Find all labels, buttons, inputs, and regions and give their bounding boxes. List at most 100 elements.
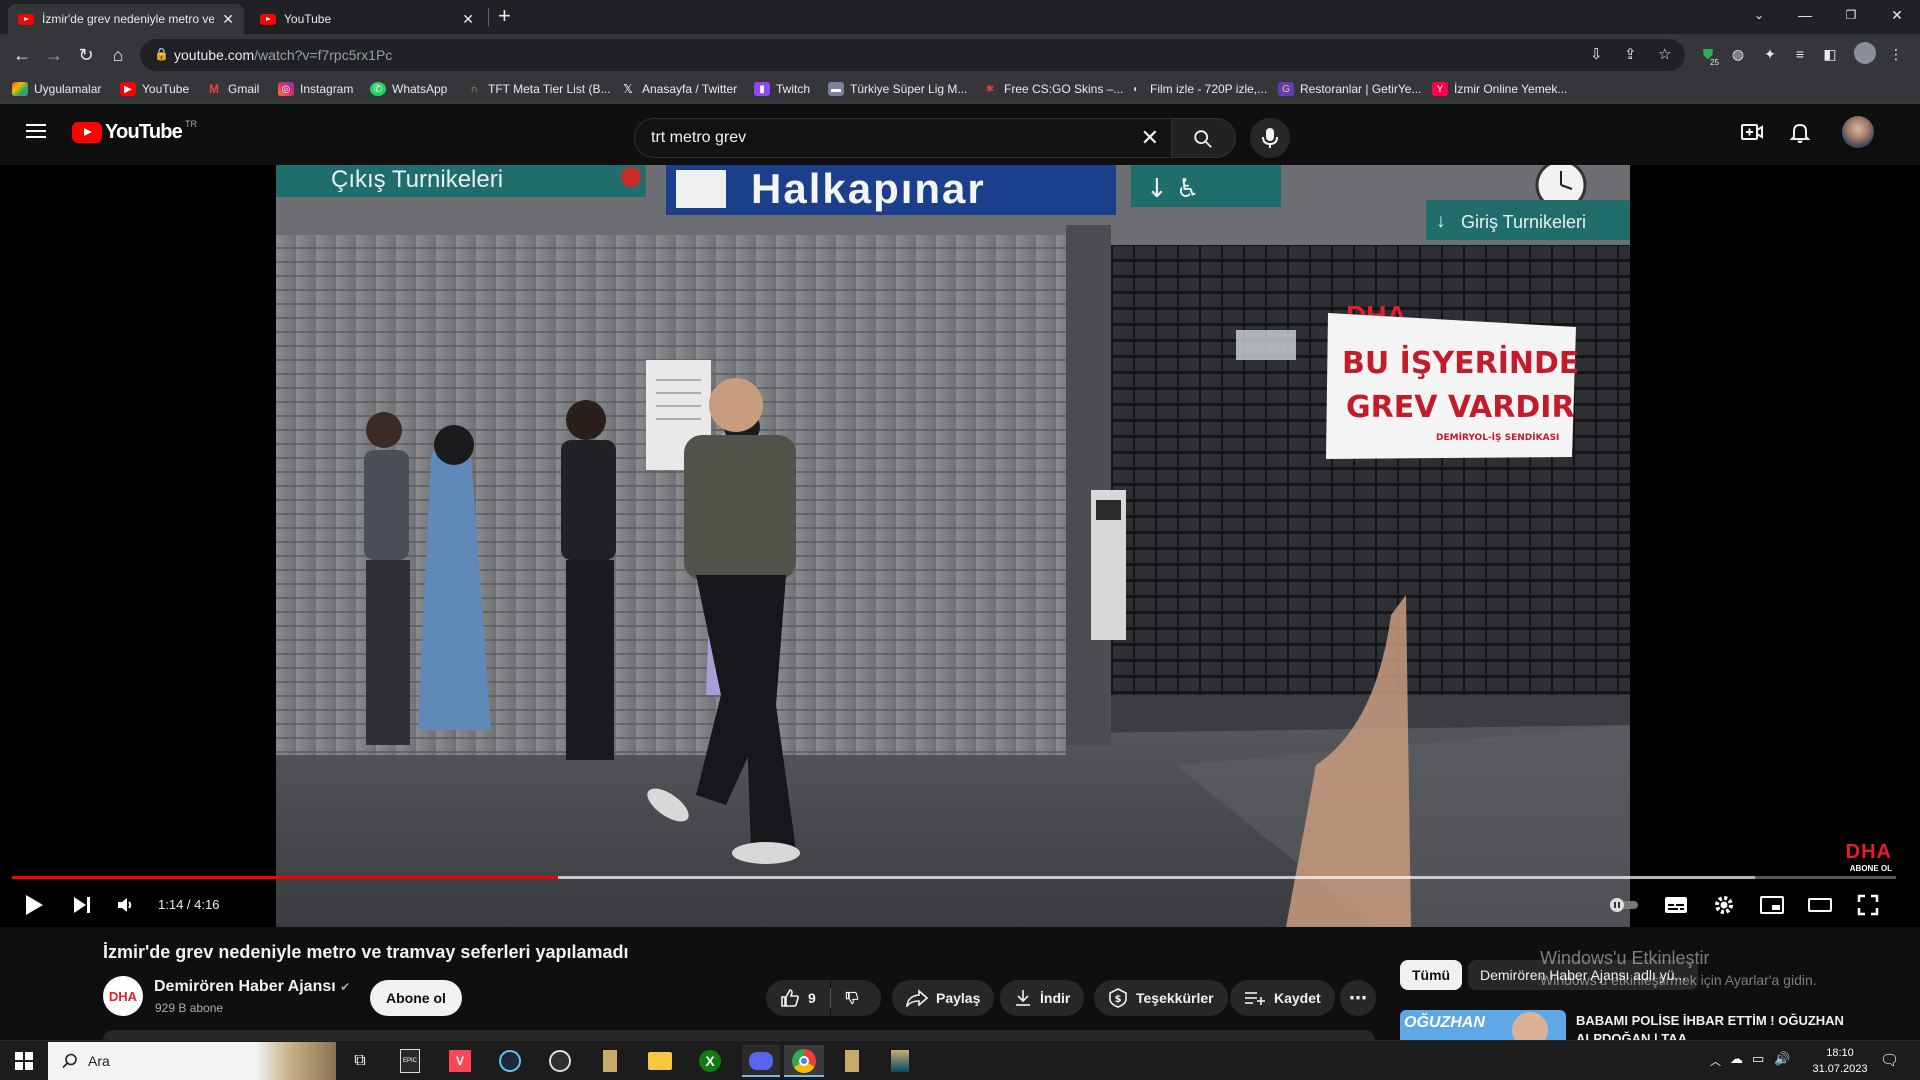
progress-bar[interactable] [12, 876, 1896, 879]
bookmark-apps[interactable]: Uygulamalar [12, 82, 101, 96]
autoplay-toggle[interactable] [1606, 887, 1642, 923]
new-tab-button[interactable]: + [498, 3, 511, 29]
notifications-bell-icon[interactable] [1788, 120, 1812, 144]
tab-video[interactable]: İzmir'de grev nedeniyle metro ve ✕ [8, 4, 244, 34]
channel-avatar[interactable]: DHA [103, 976, 143, 1016]
bookmark-whatsapp[interactable]: ✆ WhatsApp [370, 82, 447, 96]
onedrive-icon[interactable]: ☁ [1730, 1051, 1743, 1067]
bookmark-film[interactable]: ◐ Film izle - 720P izle,... [1128, 82, 1267, 96]
tray-chevron-icon[interactable]: ︿ [1710, 1053, 1721, 1069]
xbox-icon[interactable]: X [694, 1045, 726, 1077]
chip-all[interactable]: Tümü [1400, 960, 1463, 990]
like-button[interactable]: 9 [766, 980, 830, 1016]
media-queue-icon[interactable]: ≡ [1790, 44, 1810, 64]
close-tab-icon[interactable]: ✕ [222, 11, 234, 28]
bookmark-label: Anasayfa / Twitter [642, 82, 738, 96]
subscribe-button[interactable]: Abone ol [370, 980, 462, 1016]
tab-search-icon[interactable]: ⌄ [1736, 0, 1782, 30]
bookmark-getir[interactable]: G Restoranlar | GetirYe... [1278, 82, 1421, 96]
menu-hamburger-icon[interactable] [26, 124, 46, 138]
file-explorer-icon[interactable] [644, 1045, 676, 1077]
bookmark-label: Restoranlar | GetirYe... [1300, 82, 1422, 96]
bookmark-twitch[interactable]: ▮ Twitch [754, 82, 810, 96]
recommendation-thumbnail[interactable]: OĞUZHAN [1400, 1010, 1566, 1040]
video-player[interactable]: Çıkış Turnikeleri Halkapınar ↓ ♿ ↓ Giriş… [0, 165, 1920, 927]
task-view-icon[interactable]: ⧉ [344, 1045, 376, 1077]
miniplayer-button[interactable] [1754, 887, 1790, 923]
verified-badge-icon: ✔ [340, 980, 351, 994]
play-button[interactable] [16, 887, 52, 923]
address-bar[interactable]: 🔒 youtube.com/watch?v=f7rpc5rx1Pc ⇩ ⇪ ☆ [140, 39, 1685, 71]
search-button[interactable] [1172, 118, 1236, 158]
mute-button[interactable] [108, 887, 144, 923]
next-video-button[interactable] [64, 887, 100, 923]
discord-icon[interactable] [742, 1045, 780, 1077]
obs-icon[interactable] [544, 1045, 576, 1077]
clear-search-icon[interactable]: ✕ [1141, 125, 1159, 151]
bookmark-yemek[interactable]: Y İzmir Online Yemek... [1432, 82, 1567, 96]
steam-icon[interactable] [494, 1045, 526, 1077]
network-icon[interactable]: ▭ [1752, 1051, 1764, 1067]
channel-watermark[interactable]: DHA ABONE OL [1846, 841, 1892, 873]
fullscreen-button[interactable] [1850, 887, 1886, 923]
league-client-icon[interactable] [594, 1045, 626, 1077]
share-page-icon[interactable]: ⇪ [1624, 45, 1637, 63]
thanks-label: Teşekkürler [1136, 990, 1214, 1006]
channel-name[interactable]: Demirören Haber Ajansı ✔ [154, 978, 350, 996]
reload-icon[interactable]: ↻ [72, 41, 100, 69]
save-button[interactable]: Kaydet [1230, 980, 1335, 1016]
extensions-puzzle-icon[interactable]: ✦ [1760, 44, 1780, 64]
close-tab-icon[interactable]: ✕ [462, 11, 474, 28]
theater-mode-button[interactable] [1802, 887, 1838, 923]
home-icon[interactable]: ⌂ [104, 41, 132, 69]
browser-tab-bar: İzmir'de grev nedeniyle metro ve ✕ YouTu… [0, 0, 1920, 34]
youtube-icon: ▶ [120, 82, 136, 96]
minimize-button[interactable]: — [1782, 0, 1828, 30]
thanks-button[interactable]: $ Teşekkürler [1094, 980, 1228, 1016]
bookmark-superlig[interactable]: ▬ Türkiye Süper Lig M... [828, 82, 967, 96]
discord-active-indicator [742, 1075, 780, 1077]
install-app-icon[interactable]: ⇩ [1590, 45, 1603, 63]
speaker-icon[interactable]: 🔊 [1774, 1051, 1790, 1067]
bookmark-gmail[interactable]: M Gmail [206, 82, 259, 96]
description-box[interactable] [103, 1030, 1375, 1040]
league-icon[interactable] [836, 1045, 868, 1077]
bookmark-tft[interactable]: ∩ TFT Meta Tier List (B... [466, 82, 610, 96]
share-button[interactable]: Paylaş [892, 980, 995, 1016]
bookmark-twitter[interactable]: 𝕏 Anasayfa / Twitter [620, 82, 737, 96]
tab-youtube[interactable]: YouTube ✕ [250, 4, 484, 34]
instagram-icon: ◎ [278, 82, 294, 96]
bookmark-instagram[interactable]: ◎ Instagram [278, 82, 353, 96]
youtube-logo[interactable]: YouTube TR [72, 119, 197, 144]
valorant-icon[interactable]: V [444, 1045, 476, 1077]
download-button[interactable]: İndir [1000, 980, 1085, 1016]
close-window-button[interactable]: ✕ [1874, 0, 1920, 30]
voice-search-button[interactable] [1250, 118, 1290, 158]
bookmark-youtube[interactable]: ▶ YouTube [120, 82, 189, 96]
profile-avatar[interactable] [1854, 42, 1876, 64]
chrome-icon[interactable] [784, 1045, 824, 1077]
globe-extension-icon[interactable]: ◍ [1728, 44, 1748, 64]
subtitles-button[interactable] [1658, 887, 1694, 923]
back-icon[interactable]: ← [8, 41, 36, 69]
create-video-icon[interactable] [1740, 120, 1764, 144]
lol-icon[interactable] [884, 1045, 916, 1077]
start-button[interactable] [8, 1045, 40, 1077]
restore-button[interactable]: ❐ [1828, 0, 1874, 30]
notifications-icon[interactable]: 🗨 [1880, 1051, 1899, 1069]
taskbar-search[interactable]: Ara [48, 1042, 336, 1080]
bookmark-label: İzmir Online Yemek... [1454, 82, 1568, 96]
more-actions-button[interactable]: ⋯ [1340, 980, 1376, 1016]
video-frame[interactable]: Çıkış Turnikeleri Halkapınar ↓ ♿ ↓ Giriş… [276, 165, 1630, 927]
side-panel-icon[interactable]: ◧ [1820, 44, 1840, 64]
dislike-button[interactable] [831, 980, 881, 1016]
account-avatar[interactable] [1842, 116, 1874, 148]
bookmark-csgo[interactable]: ✱ Free CS:GO Skins –... [982, 82, 1124, 96]
bookmark-star-icon[interactable]: ☆ [1658, 45, 1671, 63]
search-input[interactable] [651, 129, 1121, 147]
forward-icon[interactable]: → [40, 41, 68, 69]
settings-button[interactable] [1706, 887, 1742, 923]
epic-games-icon[interactable]: EPIC [394, 1045, 426, 1077]
system-clock[interactable]: 18:10 31.07.2023 [1806, 1045, 1874, 1077]
chrome-menu-icon[interactable]: ⋮ [1886, 44, 1906, 64]
